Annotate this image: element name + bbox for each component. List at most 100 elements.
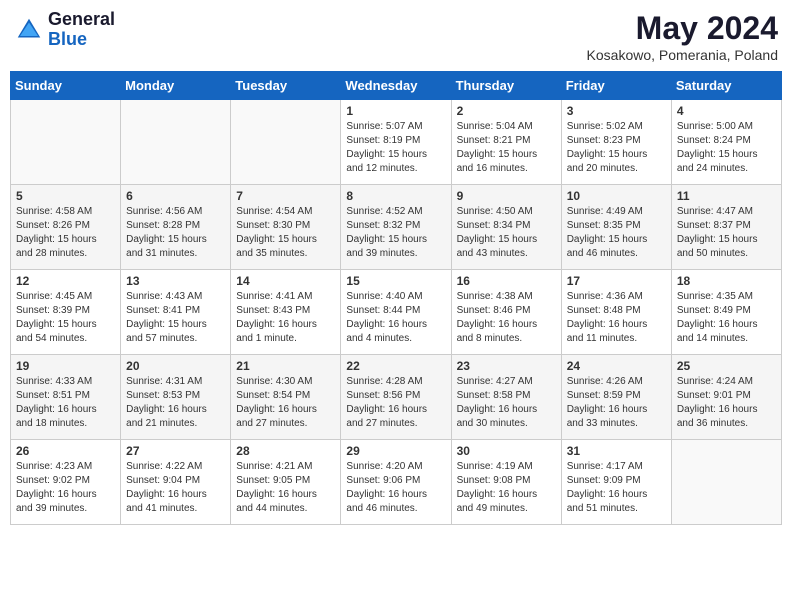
day-number: 24 bbox=[567, 359, 666, 373]
calendar-cell: 17Sunrise: 4:36 AM Sunset: 8:48 PM Dayli… bbox=[561, 270, 671, 355]
day-number: 5 bbox=[16, 189, 115, 203]
day-info: Sunrise: 5:00 AM Sunset: 8:24 PM Dayligh… bbox=[677, 120, 776, 176]
calendar-cell: 19Sunrise: 4:33 AM Sunset: 8:51 PM Dayli… bbox=[11, 355, 121, 440]
day-number: 8 bbox=[346, 189, 445, 203]
day-info: Sunrise: 4:38 AM Sunset: 8:46 PM Dayligh… bbox=[457, 290, 556, 346]
calendar-cell: 7 Sunrise: 4:54 AM Sunset: 8:30 PM Daylig… bbox=[231, 185, 341, 270]
calendar-cell: 9Sunrise: 4:50 AM Sunset: 8:34 PM Daylig… bbox=[451, 185, 561, 270]
calendar-week-row: 1 Sunrise: 5:07 AM Sunset: 8:19 PM Daylig… bbox=[11, 100, 782, 185]
weekday-header-tuesday: Tuesday bbox=[231, 72, 341, 100]
title-section: May 2024 Kosakowo, Pomerania, Poland bbox=[587, 10, 778, 63]
day-info: Sunrise: 4:28 AM Sunset: 8:56 PM Dayligh… bbox=[346, 375, 445, 431]
calendar-cell: 8Sunrise: 4:52 AM Sunset: 8:32 PM Daylig… bbox=[341, 185, 451, 270]
weekday-header-wednesday: Wednesday bbox=[341, 72, 451, 100]
day-number: 28 bbox=[236, 444, 335, 458]
day-info: Sunrise: 4:40 AM Sunset: 8:44 PM Dayligh… bbox=[346, 290, 445, 346]
day-number: 27 bbox=[126, 444, 225, 458]
calendar-cell: 25Sunrise: 4:24 AM Sunset: 9:01 PM Dayli… bbox=[671, 355, 781, 440]
day-info: Sunrise: 4:54 AM Sunset: 8:30 PM Dayligh… bbox=[236, 205, 335, 261]
calendar-cell bbox=[121, 100, 231, 185]
calendar-cell bbox=[11, 100, 121, 185]
calendar-cell: 1 Sunrise: 5:07 AM Sunset: 8:19 PM Daylig… bbox=[341, 100, 451, 185]
day-number: 14 bbox=[236, 274, 335, 288]
day-number: 15 bbox=[346, 274, 445, 288]
logo-icon bbox=[14, 15, 44, 45]
calendar-cell: 18 Sunrise: 4:35 AM Sunset: 8:49 PM Dayli… bbox=[671, 270, 781, 355]
calendar-cell: 10 Sunrise: 4:49 AM Sunset: 8:35 PM Dayli… bbox=[561, 185, 671, 270]
logo: General Blue bbox=[14, 10, 115, 50]
day-number: 25 bbox=[677, 359, 776, 373]
weekday-header-row: SundayMondayTuesdayWednesdayThursdayFrid… bbox=[11, 72, 782, 100]
day-number: 26 bbox=[16, 444, 115, 458]
day-number: 1 bbox=[346, 104, 445, 118]
day-number: 10 bbox=[567, 189, 666, 203]
calendar-cell: 3 Sunrise: 5:02 AM Sunset: 8:23 PM Daylig… bbox=[561, 100, 671, 185]
day-number: 3 bbox=[567, 104, 666, 118]
calendar-cell: 2 Sunrise: 5:04 AM Sunset: 8:21 PM Daylig… bbox=[451, 100, 561, 185]
day-info: Sunrise: 5:07 AM Sunset: 8:19 PM Dayligh… bbox=[346, 120, 445, 176]
day-number: 31 bbox=[567, 444, 666, 458]
day-info: Sunrise: 4:43 AM Sunset: 8:41 PM Dayligh… bbox=[126, 290, 225, 346]
calendar-cell: 24 Sunrise: 4:26 AM Sunset: 8:59 PM Dayli… bbox=[561, 355, 671, 440]
calendar-cell: 31 Sunrise: 4:17 AM Sunset: 9:09 PM Dayli… bbox=[561, 440, 671, 525]
calendar-cell: 16 Sunrise: 4:38 AM Sunset: 8:46 PM Dayli… bbox=[451, 270, 561, 355]
day-info: Sunrise: 5:02 AM Sunset: 8:23 PM Dayligh… bbox=[567, 120, 666, 176]
day-number: 18 bbox=[677, 274, 776, 288]
calendar-cell: 28 Sunrise: 4:21 AM Sunset: 9:05 PM Dayli… bbox=[231, 440, 341, 525]
logo-general: General bbox=[48, 9, 115, 29]
weekday-header-saturday: Saturday bbox=[671, 72, 781, 100]
day-info: Sunrise: 4:26 AM Sunset: 8:59 PM Dayligh… bbox=[567, 375, 666, 431]
day-info: Sunrise: 4:41 AM Sunset: 8:43 PM Dayligh… bbox=[236, 290, 335, 346]
calendar-week-row: 12Sunrise: 4:45 AM Sunset: 8:39 PM Dayli… bbox=[11, 270, 782, 355]
day-number: 11 bbox=[677, 189, 776, 203]
day-info: Sunrise: 5:04 AM Sunset: 8:21 PM Dayligh… bbox=[457, 120, 556, 176]
day-number: 17 bbox=[567, 274, 666, 288]
calendar-cell: 5 Sunrise: 4:58 AM Sunset: 8:26 PM Daylig… bbox=[11, 185, 121, 270]
weekday-header-friday: Friday bbox=[561, 72, 671, 100]
day-info: Sunrise: 4:19 AM Sunset: 9:08 PM Dayligh… bbox=[457, 460, 556, 516]
calendar-cell bbox=[671, 440, 781, 525]
logo-blue: Blue bbox=[48, 29, 87, 49]
day-info: Sunrise: 4:22 AM Sunset: 9:04 PM Dayligh… bbox=[126, 460, 225, 516]
calendar-cell bbox=[231, 100, 341, 185]
day-info: Sunrise: 4:56 AM Sunset: 8:28 PM Dayligh… bbox=[126, 205, 225, 261]
month-year-title: May 2024 bbox=[587, 10, 778, 47]
day-info: Sunrise: 4:17 AM Sunset: 9:09 PM Dayligh… bbox=[567, 460, 666, 516]
day-info: Sunrise: 4:33 AM Sunset: 8:51 PM Dayligh… bbox=[16, 375, 115, 431]
day-number: 16 bbox=[457, 274, 556, 288]
page-header: General Blue May 2024 Kosakowo, Pomerani… bbox=[10, 10, 782, 63]
calendar-cell: 23Sunrise: 4:27 AM Sunset: 8:58 PM Dayli… bbox=[451, 355, 561, 440]
calendar-body: 1 Sunrise: 5:07 AM Sunset: 8:19 PM Daylig… bbox=[11, 100, 782, 525]
day-info: Sunrise: 4:30 AM Sunset: 8:54 PM Dayligh… bbox=[236, 375, 335, 431]
day-info: Sunrise: 4:50 AM Sunset: 8:34 PM Dayligh… bbox=[457, 205, 556, 261]
calendar-cell: 27 Sunrise: 4:22 AM Sunset: 9:04 PM Dayli… bbox=[121, 440, 231, 525]
calendar-cell: 6 Sunrise: 4:56 AM Sunset: 8:28 PM Daylig… bbox=[121, 185, 231, 270]
weekday-header-thursday: Thursday bbox=[451, 72, 561, 100]
weekday-header-monday: Monday bbox=[121, 72, 231, 100]
day-info: Sunrise: 4:49 AM Sunset: 8:35 PM Dayligh… bbox=[567, 205, 666, 261]
day-number: 23 bbox=[457, 359, 556, 373]
day-number: 2 bbox=[457, 104, 556, 118]
calendar-cell: 20Sunrise: 4:31 AM Sunset: 8:53 PM Dayli… bbox=[121, 355, 231, 440]
day-info: Sunrise: 4:58 AM Sunset: 8:26 PM Dayligh… bbox=[16, 205, 115, 261]
calendar-week-row: 19Sunrise: 4:33 AM Sunset: 8:51 PM Dayli… bbox=[11, 355, 782, 440]
day-info: Sunrise: 4:20 AM Sunset: 9:06 PM Dayligh… bbox=[346, 460, 445, 516]
calendar-week-row: 26Sunrise: 4:23 AM Sunset: 9:02 PM Dayli… bbox=[11, 440, 782, 525]
logo-text: General Blue bbox=[48, 10, 115, 50]
calendar-header: SundayMondayTuesdayWednesdayThursdayFrid… bbox=[11, 72, 782, 100]
day-info: Sunrise: 4:35 AM Sunset: 8:49 PM Dayligh… bbox=[677, 290, 776, 346]
day-number: 29 bbox=[346, 444, 445, 458]
day-info: Sunrise: 4:31 AM Sunset: 8:53 PM Dayligh… bbox=[126, 375, 225, 431]
day-info: Sunrise: 4:47 AM Sunset: 8:37 PM Dayligh… bbox=[677, 205, 776, 261]
day-number: 6 bbox=[126, 189, 225, 203]
calendar-cell: 13Sunrise: 4:43 AM Sunset: 8:41 PM Dayli… bbox=[121, 270, 231, 355]
calendar-cell: 11 Sunrise: 4:47 AM Sunset: 8:37 PM Dayli… bbox=[671, 185, 781, 270]
calendar-week-row: 5 Sunrise: 4:58 AM Sunset: 8:26 PM Daylig… bbox=[11, 185, 782, 270]
day-info: Sunrise: 4:21 AM Sunset: 9:05 PM Dayligh… bbox=[236, 460, 335, 516]
calendar-cell: 30Sunrise: 4:19 AM Sunset: 9:08 PM Dayli… bbox=[451, 440, 561, 525]
day-info: Sunrise: 4:45 AM Sunset: 8:39 PM Dayligh… bbox=[16, 290, 115, 346]
day-number: 7 bbox=[236, 189, 335, 203]
location-label: Kosakowo, Pomerania, Poland bbox=[587, 47, 778, 63]
weekday-header-sunday: Sunday bbox=[11, 72, 121, 100]
calendar-cell: 26Sunrise: 4:23 AM Sunset: 9:02 PM Dayli… bbox=[11, 440, 121, 525]
